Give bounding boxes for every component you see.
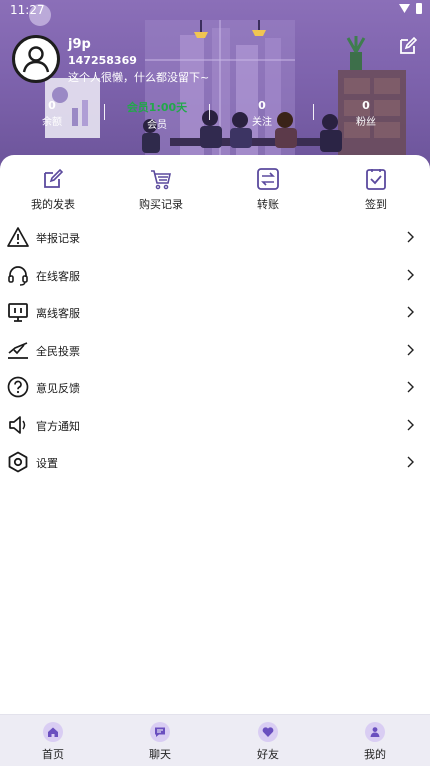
tab-mine[interactable]: 我的 [345, 722, 405, 762]
menu-settings[interactable]: 设置 [0, 443, 430, 481]
user-icon [370, 727, 380, 737]
quick-my-posts[interactable]: 我的发表 [8, 167, 98, 212]
chevron-right-icon [407, 269, 414, 280]
stats-row: 0 余额 会员1:00天 会员 0 关注 0 粉丝 [0, 99, 430, 131]
tab-friends[interactable]: 好友 [238, 722, 298, 762]
stat-divider [313, 104, 314, 120]
chevron-right-icon [407, 456, 414, 468]
settings-menu: 举报记录 在线客服 离线客服 全民投票 意见反馈 官方通知 设置 [0, 218, 430, 481]
menu-public-vote[interactable]: 全民投票 [0, 331, 430, 369]
battery-icon [416, 3, 422, 14]
checkin-icon [366, 169, 386, 190]
edit-icon [44, 168, 64, 188]
warning-icon [7, 227, 29, 247]
quick-purchase-history[interactable]: 购买记录 [116, 167, 206, 212]
headset-icon [8, 265, 28, 286]
stat-fans[interactable]: 0 粉丝 [326, 99, 406, 128]
user-id: 147258369 [68, 54, 137, 67]
bottom-tab-bar: 首页 聊天 好友 我的 [0, 714, 430, 766]
status-bar: 11:27 [0, 0, 430, 20]
menu-feedback[interactable]: 意见反馈 [0, 368, 430, 406]
chevron-right-icon [407, 419, 414, 430]
heart-icon [262, 727, 274, 737]
menu-online-support[interactable]: 在线客服 [0, 256, 430, 294]
transfer-icon [257, 168, 279, 190]
menu-offline-support[interactable]: 离线客服 [0, 293, 430, 331]
cart-icon [151, 170, 171, 190]
chevron-right-icon [407, 306, 414, 318]
settings-icon [8, 451, 28, 473]
user-avatar-icon [22, 46, 50, 73]
wifi-icon [399, 4, 410, 13]
monitor-icon [8, 303, 28, 322]
home-icon [48, 727, 58, 737]
user-bio: 这个人很懒，什么都没留下~ [68, 71, 210, 84]
chat-icon [155, 727, 165, 737]
menu-official-notice[interactable]: 官方通知 [0, 406, 430, 444]
stat-divider [104, 104, 105, 120]
main-panel: 我的发表 购买记录 转账 签到 举报记录 在线客服 离线客服 全民投票 意见反馈… [0, 155, 430, 715]
vote-icon [8, 341, 28, 359]
office-illustration [29, 4, 406, 155]
status-time: 11:27 [10, 3, 45, 17]
stat-following[interactable]: 0 关注 [222, 99, 302, 128]
username: j9p [68, 37, 91, 52]
stat-balance[interactable]: 0 余额 [12, 99, 92, 128]
avatar[interactable] [12, 35, 60, 83]
quick-actions: 我的发表 购买记录 转账 签到 [0, 167, 430, 213]
chevron-right-icon [407, 231, 414, 243]
question-icon [7, 376, 29, 398]
tab-chat[interactable]: 聊天 [130, 722, 190, 762]
chevron-right-icon [407, 381, 414, 393]
stat-divider [209, 104, 210, 120]
chevron-right-icon [407, 344, 414, 355]
speaker-icon [9, 415, 26, 434]
tab-home[interactable]: 首页 [23, 722, 83, 762]
profile-header: 11:27 j9p 147258369 这个人很懒，什么都没留下~ 0 余额 会… [0, 0, 430, 170]
quick-checkin[interactable]: 签到 [331, 167, 421, 212]
edit-profile-icon[interactable] [398, 36, 418, 56]
quick-transfer[interactable]: 转账 [223, 167, 313, 212]
stat-vip[interactable]: 会员1:00天 会员 [117, 99, 197, 131]
menu-report-history[interactable]: 举报记录 [0, 218, 430, 256]
